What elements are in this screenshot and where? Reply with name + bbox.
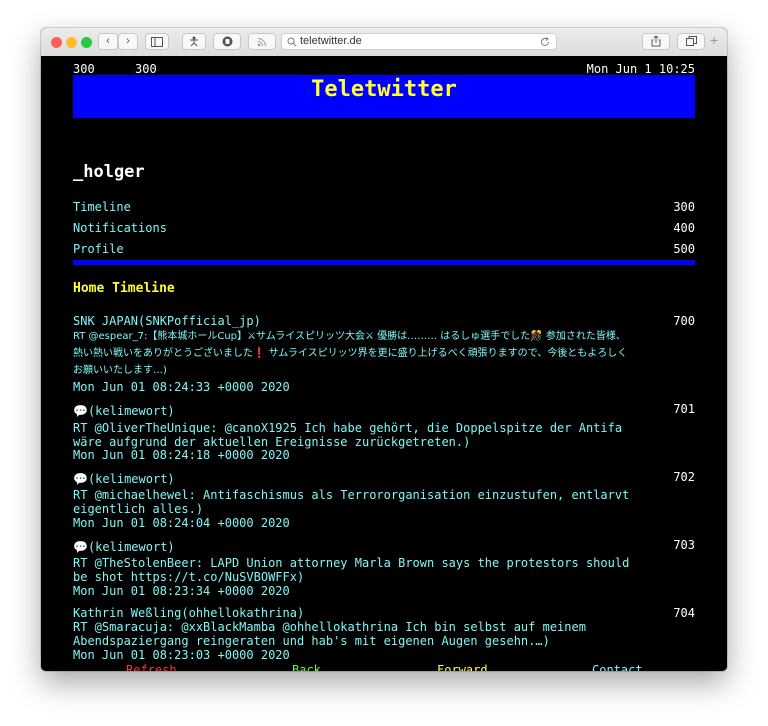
tweet-text: RT @TheStolenBeer: LAPD Union attorney M… [73,556,630,584]
search-icon [287,37,297,47]
privacy-shield-button[interactable] [213,33,241,50]
tweet-text: RT @OliverTheUnique: @canoX1925 Ich habe… [73,421,623,449]
tweet-page-number[interactable]: 700 [673,314,695,328]
menu-item-notifications[interactable]: Notifications [73,221,167,235]
header-datetime: Mon Jun 1 10:25 [586,62,695,76]
page-title: Teletwitter [311,77,457,102]
tweet-author[interactable]: 💬(kelimewort) [73,404,175,418]
plus-icon: + [710,32,719,48]
chevron-left-icon: ‹ [106,35,110,47]
section-title: Home Timeline [73,281,175,296]
tweet-date: Mon Jun 01 08:24:18 +0000 2020 [73,448,290,462]
page-number-right: 300 [135,62,157,76]
url-text: teletwitter.de [300,35,362,47]
accessibility-button[interactable] [182,33,206,50]
browser-toolbar: ‹ › teletwitter.de + [41,28,727,57]
new-tab-button[interactable]: + [710,32,718,48]
tweet-date: Mon Jun 01 08:23:03 +0000 2020 [73,648,290,662]
browser-window: ‹ › teletwitter.de + 300 300 Mon Jun 1 1… [41,28,727,671]
accessibility-icon [190,36,198,47]
menu-page-notifications[interactable]: 400 [673,221,695,235]
tweet-page-number[interactable]: 701 [673,402,695,416]
forward-link[interactable]: Forward [437,663,488,671]
reload-icon[interactable] [540,37,550,47]
tweet-text: RT @Smaracuja: @xxBlackMamba @ohhellokat… [73,620,586,648]
tabs-overview-button[interactable] [677,33,705,50]
refresh-link[interactable]: Refresh [126,663,177,671]
page-number-left: 300 [73,62,95,76]
tweet-page-number[interactable]: 704 [673,606,695,620]
tweet-author[interactable]: 💬(kelimewort) [73,540,175,554]
back-link[interactable]: Back [292,663,321,671]
tweet-page-number[interactable]: 702 [673,470,695,484]
contact-link[interactable]: Contact [592,663,643,671]
sidebar-icon [151,37,163,47]
shield-icon [222,36,232,47]
username: _holger [73,162,145,182]
tabs-icon [685,36,697,46]
minimize-window-button[interactable] [66,37,77,48]
rss-button[interactable] [248,33,276,50]
rss-icon [257,38,266,47]
tweet-date: Mon Jun 01 08:24:33 +0000 2020 [73,380,290,394]
tweet-page-number[interactable]: 703 [673,538,695,552]
teletext-screen: 300 300 Mon Jun 1 10:25 Teletwitter _hol… [41,56,727,671]
browser-forward-button[interactable]: › [118,33,138,50]
tweet-text: RT @espear_7:【熊本城ホールCup】⚔サムライスピリッツ大会⚔ 優勝… [73,331,628,376]
browser-back-button[interactable]: ‹ [98,33,118,50]
close-window-button[interactable] [51,37,62,48]
tweet-date: Mon Jun 01 08:24:04 +0000 2020 [73,516,290,530]
sidebar-button[interactable] [145,33,169,50]
menu-divider [73,260,695,265]
menu-item-timeline[interactable]: Timeline [73,200,131,214]
zoom-window-button[interactable] [81,37,92,48]
menu-item-profile[interactable]: Profile [73,242,124,256]
share-button[interactable] [642,33,670,50]
address-bar[interactable]: teletwitter.de [281,33,557,50]
tweet-author[interactable]: Kathrin Weßling(ohhellokathrina) [73,606,304,620]
tweet-text: RT @michaelhewel: Antifaschismus als Ter… [73,488,630,516]
tweet-date: Mon Jun 01 08:23:34 +0000 2020 [73,584,290,598]
tweet-author[interactable]: 💬(kelimewort) [73,472,175,486]
chevron-right-icon: › [126,35,130,47]
tweet-author[interactable]: SNK JAPAN(SNKPofficial_jp) [73,314,261,328]
share-icon [651,35,661,47]
menu-page-profile[interactable]: 500 [673,242,695,256]
menu-page-timeline[interactable]: 300 [673,200,695,214]
